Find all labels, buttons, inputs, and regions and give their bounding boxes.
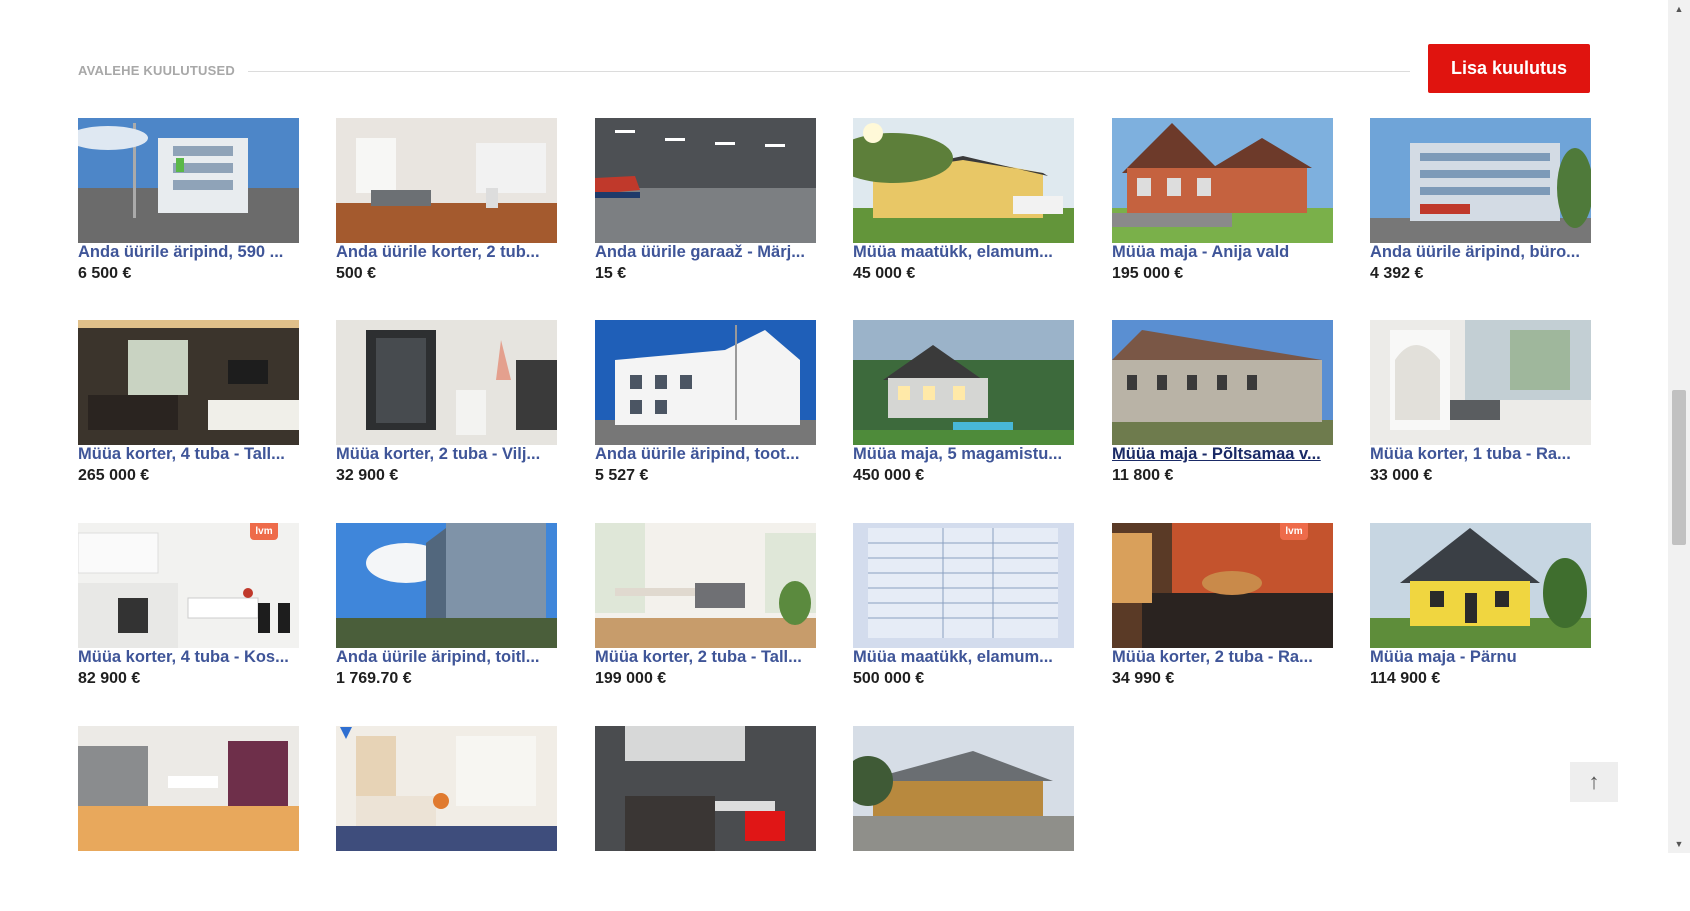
listing-title[interactable]: Müüa maja - Pärnu (1370, 647, 1591, 667)
listing-photo[interactable] (853, 523, 1074, 648)
listing-title[interactable]: Müüa korter, 4 tuba - Tall... (78, 444, 299, 464)
listing-card[interactable] (595, 726, 816, 911)
listing-price: 15 € (595, 265, 627, 282)
listing-title[interactable]: Müüa maatükk, elamum... (853, 647, 1074, 667)
listing-card[interactable]: Anda üürile äripind, büro... 4 392 € (1370, 118, 1591, 303)
listing-price: 33 000 € (1370, 467, 1433, 484)
listing-photo[interactable] (78, 320, 299, 445)
listing-photo[interactable] (595, 726, 816, 851)
listing-photo[interactable] (78, 726, 299, 851)
listing-price: 6 500 € (78, 265, 132, 282)
listing-price: 199 000 € (595, 670, 667, 687)
listing-price: 32 900 € (336, 467, 399, 484)
page-scrollbar[interactable]: ▲ ▼ (1668, 0, 1690, 853)
listing-photo[interactable] (1370, 320, 1591, 445)
listing-card[interactable]: lvm Müüa korter, 4 tuba - Kos... 82 900 … (78, 523, 299, 708)
listing-card[interactable] (336, 726, 557, 911)
listing-photo[interactable] (853, 118, 1074, 243)
listing-title[interactable]: Anda üürile äripind, toitl... (336, 647, 557, 667)
listing-title[interactable]: Müüa maja, 5 magamistu... (853, 444, 1074, 464)
listing-title[interactable]: Anda üürile korter, 2 tub... (336, 242, 557, 262)
listing-card[interactable]: Müüa maja - Põltsamaa v... 11 800 € (1112, 320, 1333, 505)
listing-photo[interactable]: lvm (1112, 523, 1333, 648)
listing-price: 195 000 € (1112, 265, 1184, 282)
section-title: AVALEHE KUULUTUSED (78, 63, 235, 78)
listing-card[interactable]: Anda üürile äripind, toitl... 1 769.70 € (336, 523, 557, 708)
listing-price: 1 769.70 € (336, 670, 412, 687)
listing-card[interactable]: Anda üürile korter, 2 tub... 500 € (336, 118, 557, 303)
listing-photo[interactable] (1112, 118, 1333, 243)
listing-title[interactable]: Müüa korter, 4 tuba - Kos... (78, 647, 299, 667)
listing-photo[interactable] (336, 726, 557, 851)
listing-photo[interactable] (1370, 118, 1591, 243)
listing-photo[interactable] (595, 320, 816, 445)
listing-card[interactable] (853, 726, 1074, 911)
listing-title[interactable]: Müüa maatükk, elamum... (853, 242, 1074, 262)
listing-price: 114 900 € (1370, 670, 1441, 687)
listing-price: 500 € (336, 265, 377, 282)
listing-price: 34 990 € (1112, 670, 1175, 687)
listing-card[interactable]: Müüa korter, 4 tuba - Tall... 265 000 € (78, 320, 299, 505)
section-header: AVALEHE KUULUTUSED Lisa kuulutus (78, 44, 1590, 96)
scroll-to-top-button[interactable]: ↑ (1570, 762, 1618, 802)
listing-title[interactable]: Anda üürile äripind, büro... (1370, 242, 1591, 262)
listing-title[interactable]: Müüa maja - Põltsamaa v... (1112, 444, 1333, 464)
listing-photo[interactable] (336, 118, 557, 243)
listing-title[interactable]: Anda üürile äripind, 590 ... (78, 242, 299, 262)
listing-card[interactable]: Müüa maja - Anija vald 195 000 € (1112, 118, 1333, 303)
listing-card[interactable]: Anda üürile äripind, 590 ... 6 500 € (78, 118, 299, 303)
listing-price: 11 800 € (1112, 467, 1174, 484)
listing-photo[interactable]: lvm (78, 523, 299, 648)
listing-photo[interactable] (853, 320, 1074, 445)
listing-card[interactable]: Anda üürile garaaž - Märj... 15 € (595, 118, 816, 303)
listing-title[interactable]: Müüa korter, 1 tuba - Ra... (1370, 444, 1591, 464)
listing-title[interactable]: Anda üürile garaaž - Märj... (595, 242, 816, 262)
listing-title[interactable]: Anda üürile äripind, toot... (595, 444, 816, 464)
listing-price: 4 392 € (1370, 265, 1424, 282)
listing-card[interactable]: lvm Müüa korter, 2 tuba - Ra... 34 990 € (1112, 523, 1333, 708)
listing-photo[interactable] (595, 523, 816, 648)
listing-price: 5 527 € (595, 467, 649, 484)
listing-title[interactable]: Müüa korter, 2 tuba - Tall... (595, 647, 816, 667)
add-listing-button[interactable]: Lisa kuulutus (1428, 44, 1590, 93)
listing-photo[interactable] (853, 726, 1074, 851)
listing-photo[interactable] (1370, 523, 1591, 648)
section-divider (248, 71, 1410, 72)
listing-price: 500 000 € (853, 670, 925, 687)
listing-card[interactable]: Müüa korter, 1 tuba - Ra... 33 000 € (1370, 320, 1591, 505)
scroll-down-arrow-icon[interactable]: ▼ (1668, 835, 1690, 853)
listing-card[interactable]: Müüa maatükk, elamum... 45 000 € (853, 118, 1074, 303)
listing-card[interactable]: Müüa maja, 5 magamistu... 450 000 € (853, 320, 1074, 505)
listing-price: 450 000 € (853, 467, 925, 484)
listing-card[interactable]: Anda üürile äripind, toot... 5 527 € (595, 320, 816, 505)
listing-card[interactable]: Müüa korter, 2 tuba - Tall... 199 000 € (595, 523, 816, 708)
listing-price: 45 000 € (853, 265, 916, 282)
brand-badge: lvm (1280, 523, 1308, 540)
listing-title[interactable]: Müüa maja - Anija vald (1112, 242, 1333, 262)
listing-photo[interactable] (336, 320, 557, 445)
listing-photo[interactable] (595, 118, 816, 243)
listing-card[interactable] (78, 726, 299, 911)
listing-price: 265 000 € (78, 467, 150, 484)
listing-photo[interactable] (1112, 320, 1333, 445)
listing-card[interactable]: Müüa maatükk, elamum... 500 000 € (853, 523, 1074, 708)
listing-title[interactable]: Müüa korter, 2 tuba - Ra... (1112, 647, 1333, 667)
listing-card[interactable]: Müüa maja - Pärnu 114 900 € (1370, 523, 1591, 708)
listing-photo[interactable] (336, 523, 557, 648)
brand-badge: lvm (250, 523, 278, 540)
listing-card[interactable]: Müüa korter, 2 tuba - Vilj... 32 900 € (336, 320, 557, 505)
listing-photo[interactable] (78, 118, 299, 243)
scrollbar-thumb[interactable] (1672, 390, 1686, 545)
scroll-up-arrow-icon[interactable]: ▲ (1668, 0, 1690, 18)
listing-title[interactable]: Müüa korter, 2 tuba - Vilj... (336, 444, 557, 464)
listing-price: 82 900 € (78, 670, 141, 687)
